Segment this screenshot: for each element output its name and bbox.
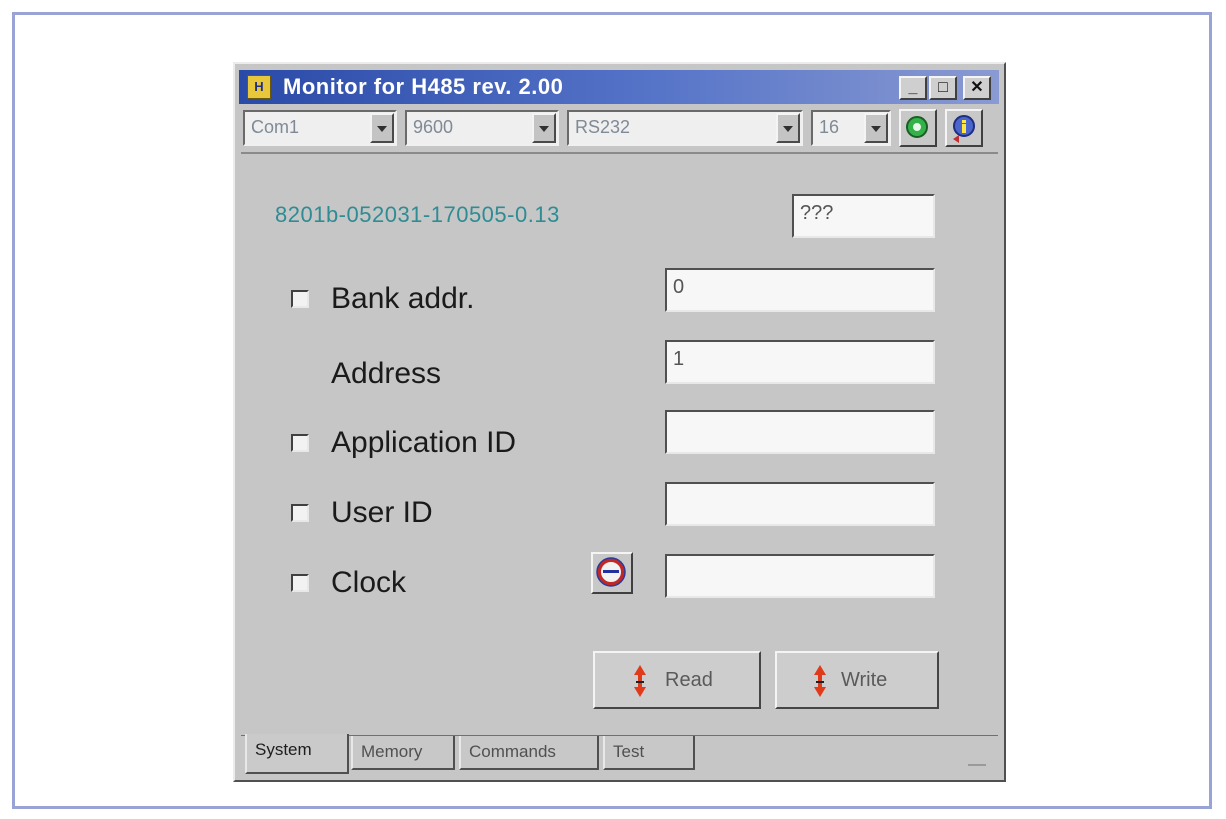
app-window: H Monitor for H485 rev. 2.00 _ □ ✕ Com1 …: [233, 62, 1006, 782]
write-button-label: Write: [841, 669, 888, 691]
address-field[interactable]: 1: [665, 340, 935, 384]
interface-select-value: RS232: [575, 117, 631, 137]
user-id-field[interactable]: [665, 482, 935, 526]
application-id-field[interactable]: [665, 410, 935, 454]
tab-commands[interactable]: Commands: [459, 736, 599, 770]
tab-memory[interactable]: Memory: [351, 736, 455, 770]
baud-select-value: 9600: [413, 117, 454, 137]
address-label: Address: [331, 357, 442, 390]
port-select-value: Com1: [251, 117, 300, 137]
connect-button[interactable]: [899, 109, 937, 147]
info-button[interactable]: [945, 109, 983, 147]
minimize-button[interactable]: _: [899, 76, 927, 100]
maximize-button[interactable]: □: [929, 76, 957, 100]
tab-test[interactable]: Test: [603, 736, 695, 770]
arrow-up-down-icon: [814, 665, 826, 697]
bits-select-value: 16: [819, 117, 840, 137]
user-id-checkbox[interactable]: [291, 504, 309, 522]
clock-checkbox[interactable]: [291, 574, 309, 592]
read-button-label: Read: [665, 669, 713, 691]
read-button[interactable]: Read: [593, 651, 761, 709]
clock-field[interactable]: [665, 554, 935, 598]
chevron-down-icon[interactable]: [370, 113, 394, 143]
clock-button[interactable]: [591, 552, 633, 594]
chevron-down-icon[interactable]: [776, 113, 800, 143]
app-icon: H: [247, 75, 271, 99]
chevron-down-icon[interactable]: [864, 113, 888, 143]
green-circle-icon: [906, 116, 928, 138]
arrow-up-down-icon: [634, 665, 646, 697]
title-bar[interactable]: H Monitor for H485 rev. 2.00 _ □ ✕: [239, 70, 999, 104]
clock-label: Clock: [331, 566, 407, 599]
port-select[interactable]: Com1: [243, 110, 397, 146]
application-id-checkbox[interactable]: [291, 434, 309, 452]
bank-addr-checkbox[interactable]: [291, 290, 309, 308]
bank-addr-field[interactable]: 0: [665, 268, 935, 312]
close-button[interactable]: ✕: [963, 76, 991, 100]
interface-select[interactable]: RS232: [567, 110, 803, 146]
baud-select[interactable]: 9600: [405, 110, 559, 146]
bank-addr-label: Bank addr.: [331, 282, 475, 315]
resize-grip[interactable]: [968, 764, 986, 766]
chevron-down-icon[interactable]: [532, 113, 556, 143]
tab-system[interactable]: System: [245, 734, 349, 774]
user-id-label: User ID: [331, 496, 433, 529]
serial-field[interactable]: ???: [792, 194, 935, 238]
bits-select[interactable]: 16: [811, 110, 891, 146]
clock-icon: [596, 557, 626, 587]
info-icon: [953, 115, 975, 143]
content-divider: [241, 152, 998, 154]
window-title: Monitor for H485 rev. 2.00: [283, 74, 564, 99]
write-button[interactable]: Write: [775, 651, 939, 709]
application-id-label: Application ID: [331, 426, 517, 459]
serial-number: 8201b-052031-170505-0.13: [275, 202, 560, 227]
